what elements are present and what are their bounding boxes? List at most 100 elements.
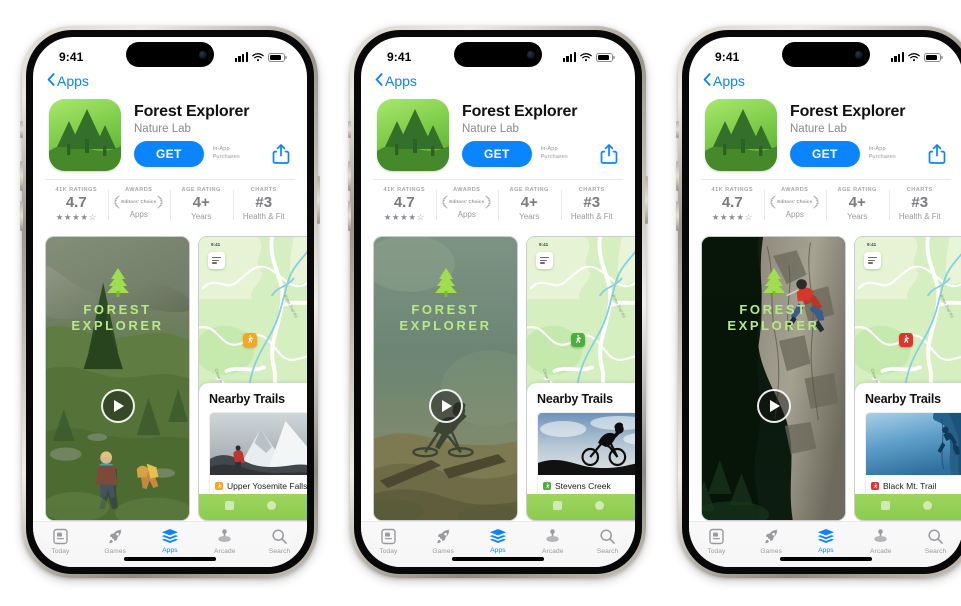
stat-cell[interactable]: AWARDS Editors' Choice Apps <box>763 187 827 223</box>
app-header: Forest Explorer Nature Lab GET In-App Pu… <box>33 95 307 171</box>
tab-apps[interactable]: Apps <box>471 528 526 554</box>
stat-cell[interactable]: 41K RATINGS 4.7 ★★★★☆ <box>701 187 764 223</box>
hiker-pin-icon[interactable] <box>571 332 585 347</box>
forest-explorer-app-icon[interactable] <box>49 99 121 171</box>
stat-cell[interactable]: CHARTS #3 Health & Fit <box>560 187 624 223</box>
stat-cell[interactable]: AGE RATING 4+ Years <box>170 187 233 223</box>
play-icon[interactable] <box>100 388 135 423</box>
volume-down-button[interactable] <box>676 201 679 231</box>
preview-map-screenshot[interactable]: Ridge Trail Rd Creek Path 9:41 Nearby Tr… <box>854 235 961 521</box>
preview-map-screenshot[interactable]: Ridge Trail Rd Creek Path 9:41 Nearby Tr… <box>526 235 635 521</box>
tab-search[interactable]: Search <box>580 528 635 555</box>
tab-arcade[interactable]: Arcade <box>525 528 580 555</box>
search-icon <box>271 528 288 545</box>
in-app-purchases-note: In-App Purchases <box>869 146 896 161</box>
front-camera-icon <box>527 50 535 59</box>
wifi-icon <box>580 52 592 62</box>
stat-cell[interactable]: AGE RATING 4+ Years <box>826 187 889 223</box>
stat-value: 4.7 <box>65 194 87 211</box>
hero-title-line-1: FOREST <box>411 301 480 317</box>
trail-name: Black Mt. Trail <box>883 480 937 491</box>
volume-up-button[interactable] <box>348 161 351 191</box>
preview-hero-video[interactable]: FOREST EXPLORER <box>701 235 846 521</box>
stat-cell[interactable]: CHARTS #3 Health & Fit <box>232 187 296 223</box>
stat-cell[interactable]: 41K RATINGS 4.7 ★★★★☆ <box>45 187 108 223</box>
power-button[interactable] <box>645 176 648 224</box>
tab-today[interactable]: Today <box>361 528 416 555</box>
volume-down-button[interactable] <box>20 201 23 231</box>
share-icon[interactable] <box>271 143 291 165</box>
star-rating: ★★★★☆ <box>55 211 97 222</box>
map-layers-icon[interactable] <box>208 251 225 269</box>
screenshot-previews[interactable]: FOREST EXPLORER Ridge Trail Rd Creek Pat… <box>33 235 307 521</box>
map-layers-icon[interactable] <box>536 251 553 269</box>
tab-games[interactable]: Games <box>744 528 799 555</box>
preview-hero-video[interactable]: FOREST EXPLORER <box>45 235 190 521</box>
volume-up-button[interactable] <box>20 161 23 191</box>
hiker-pin-icon[interactable] <box>243 332 257 347</box>
stat-cell[interactable]: AWARDS Editors' Choice Apps <box>107 187 171 223</box>
app-meta: Forest Explorer Nature Lab GET In-App Pu… <box>462 99 619 171</box>
trail-card[interactable]: Black Mt. Trail Distance 7.6mi <box>865 411 961 499</box>
get-button[interactable]: GET <box>134 141 204 167</box>
home-indicator[interactable] <box>780 557 872 561</box>
home-indicator[interactable] <box>124 557 216 561</box>
stat-cell[interactable]: AWARDS Editors' Choice Apps <box>435 187 499 223</box>
power-button[interactable] <box>317 176 320 224</box>
stat-sub: Years <box>847 211 868 221</box>
tab-apps[interactable]: Apps <box>143 528 198 554</box>
volume-down-button[interactable] <box>348 201 351 231</box>
forest-explorer-app-icon[interactable] <box>377 99 449 171</box>
volume-up-button[interactable] <box>676 161 679 191</box>
screenshot-previews[interactable]: FOREST EXPLORER Ridge Trail Rd Creek Pat… <box>689 235 961 521</box>
silent-switch[interactable] <box>348 121 351 138</box>
silent-switch[interactable] <box>676 121 679 138</box>
play-icon[interactable] <box>756 388 791 423</box>
app-developer[interactable]: Nature Lab <box>134 123 291 135</box>
tab-today[interactable]: Today <box>33 528 88 555</box>
tab-arcade[interactable]: Arcade <box>853 528 908 555</box>
app-meta: Forest Explorer Nature Lab GET In-App Pu… <box>790 99 947 171</box>
hero-overlay: FOREST EXPLORER <box>46 237 189 520</box>
star-rating: ★★★★☆ <box>711 211 753 222</box>
get-button[interactable]: GET <box>462 141 532 167</box>
tab-apps[interactable]: Apps <box>799 528 854 554</box>
share-icon[interactable] <box>599 143 619 165</box>
screenshot-previews[interactable]: FOREST EXPLORER Ridge Trail Rd Creek Pat… <box>361 235 635 521</box>
hiker-pin-icon[interactable] <box>899 332 913 347</box>
trail-card[interactable]: Stevens Creek Distance 2.4mi <box>537 411 635 499</box>
app-stats-row: 41K RATINGS 4.7 ★★★★☆ AWARDS Editors' Cho… <box>45 179 295 229</box>
app-developer[interactable]: Nature Lab <box>790 123 947 135</box>
preview-map-screenshot[interactable]: Ridge Trail Rd Creek Path 9:41 Nearby Tr… <box>198 235 307 521</box>
rocket-icon <box>435 528 452 545</box>
tab-search[interactable]: Search <box>252 528 307 555</box>
iphone-frame-1: 9:41 Apps Forest Explorer Nature Lab GET… <box>20 26 320 578</box>
stat-label: CHARTS <box>250 187 277 193</box>
app-developer[interactable]: Nature Lab <box>462 123 619 135</box>
tab-arcade[interactable]: Arcade <box>197 528 252 555</box>
get-button[interactable]: GET <box>790 141 860 167</box>
dynamic-island <box>782 42 870 67</box>
forest-explorer-app-icon[interactable] <box>705 99 777 171</box>
home-indicator[interactable] <box>452 557 544 561</box>
stat-cell[interactable]: CHARTS #3 Health & Fit <box>888 187 952 223</box>
silent-switch[interactable] <box>20 121 23 138</box>
back-button[interactable]: Apps <box>47 73 89 89</box>
map-layers-icon[interactable] <box>864 251 881 269</box>
tab-games[interactable]: Games <box>416 528 471 555</box>
preview-tab-bar <box>855 494 961 520</box>
preview-hero-video[interactable]: FOREST EXPLORER <box>373 235 518 521</box>
back-button[interactable]: Apps <box>375 73 417 89</box>
play-icon[interactable] <box>428 388 463 423</box>
trail-thumbnail <box>866 412 961 475</box>
tab-search[interactable]: Search <box>908 528 961 555</box>
trail-badge-icon <box>215 481 223 490</box>
stat-cell[interactable]: 41K RATINGS 4.7 ★★★★☆ <box>373 187 436 223</box>
tab-today[interactable]: Today <box>689 528 744 555</box>
back-button[interactable]: Apps <box>703 73 745 89</box>
tab-games[interactable]: Games <box>88 528 143 555</box>
trail-card[interactable]: Upper Yosemite Falls Distance 14.2mi <box>209 411 307 499</box>
stat-cell[interactable]: AGE RATING 4+ Years <box>498 187 561 223</box>
share-icon[interactable] <box>927 143 947 165</box>
stat-value: 4+ <box>520 194 538 211</box>
